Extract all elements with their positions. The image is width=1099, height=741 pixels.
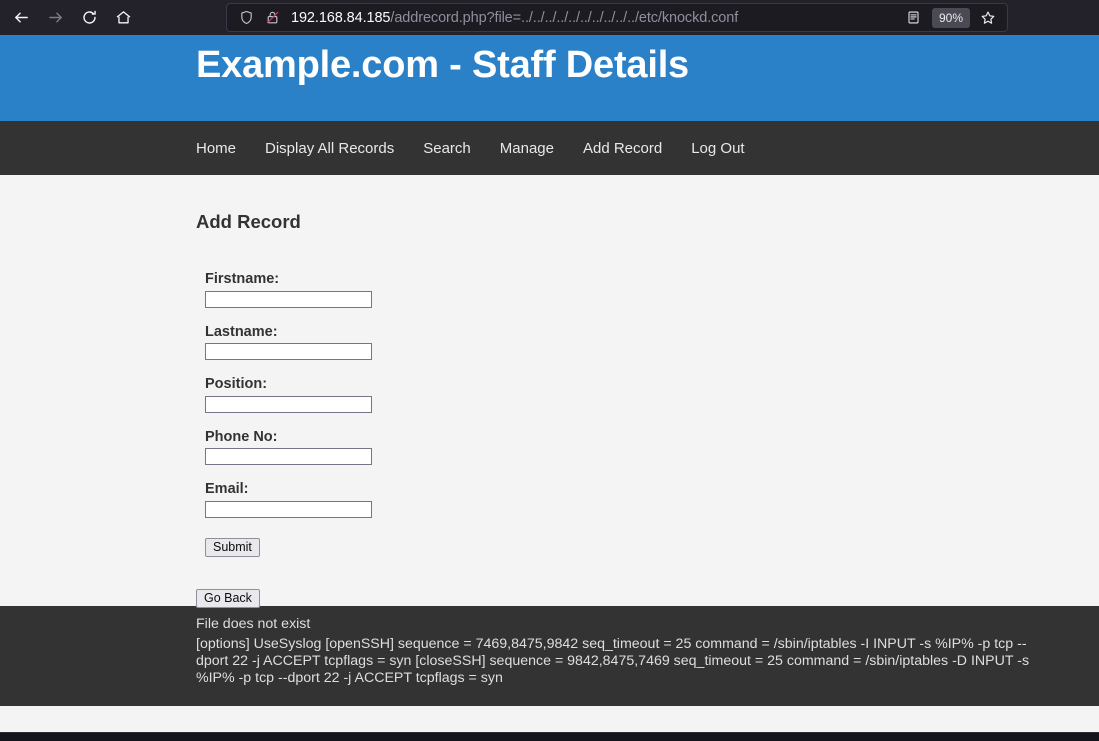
phone-input[interactable] <box>205 448 372 465</box>
forward-arrow-icon[interactable] <box>38 3 72 33</box>
back-arrow-icon[interactable] <box>4 3 38 33</box>
nav-item-search[interactable]: Search <box>423 140 471 157</box>
url-path: /addrecord.php?file=../../../../../../..… <box>390 9 739 26</box>
position-input[interactable] <box>205 395 372 413</box>
nav-item-log-out[interactable]: Log Out <box>691 140 744 157</box>
page-footer: File does not exist [options] UseSyslog … <box>0 606 1099 706</box>
main-navigation: Home Display All Records Search Manage A… <box>0 121 1099 175</box>
nav-item-manage[interactable]: Manage <box>500 140 554 157</box>
browser-toolbar: 192.168.84.185/addrecord.php?file=../../… <box>0 0 1099 35</box>
email-label: Email: <box>205 481 249 497</box>
reader-mode-icon[interactable] <box>901 5 927 31</box>
firstname-input[interactable] <box>205 290 372 308</box>
nav-item-display-all-records[interactable]: Display All Records <box>265 140 394 157</box>
lastname-input[interactable] <box>205 343 372 360</box>
site-banner: Example.com - Staff Details <box>0 35 1099 121</box>
shield-icon[interactable] <box>233 5 259 31</box>
navigation-buttons <box>0 3 140 33</box>
main-content: Add Record Firstname: Lastname: Position… <box>0 175 1099 608</box>
page-viewport: Example.com - Staff Details Home Display… <box>0 35 1099 741</box>
urlbar-actions: 90% <box>901 5 1001 31</box>
home-icon[interactable] <box>106 3 140 33</box>
phone-label: Phone No: <box>205 428 278 445</box>
nav-item-add-record[interactable]: Add Record <box>583 140 662 157</box>
zoom-level-indicator[interactable]: 90% <box>931 7 970 28</box>
email-input[interactable] <box>205 500 372 518</box>
bookmark-star-icon[interactable] <box>975 5 1001 31</box>
nav-item-home[interactable]: Home <box>196 140 236 157</box>
file-contents-output: [options] UseSyslog [openSSH] sequence =… <box>196 636 1030 686</box>
url-text[interactable]: 192.168.84.185/addrecord.php?file=../../… <box>285 10 901 26</box>
submit-button[interactable]: Submit <box>205 537 260 557</box>
file-status-message: File does not exist <box>196 616 311 632</box>
lastname-label: Lastname: <box>205 323 278 340</box>
page-title: Example.com - Staff Details <box>196 44 689 86</box>
firstname-label: Firstname: <box>205 271 280 287</box>
add-record-form: Firstname: Lastname: Position: Phone No:… <box>196 233 1099 608</box>
position-label: Position: <box>205 376 268 392</box>
url-bar[interactable]: 192.168.84.185/addrecord.php?file=../../… <box>226 3 1008 32</box>
url-host: 192.168.84.185 <box>291 9 391 26</box>
section-title: Add Record <box>196 211 301 232</box>
bottom-strip <box>0 732 1099 741</box>
lock-crossed-icon[interactable] <box>259 5 285 31</box>
go-back-button[interactable]: Go Back <box>196 588 260 608</box>
reload-icon[interactable] <box>72 3 106 33</box>
